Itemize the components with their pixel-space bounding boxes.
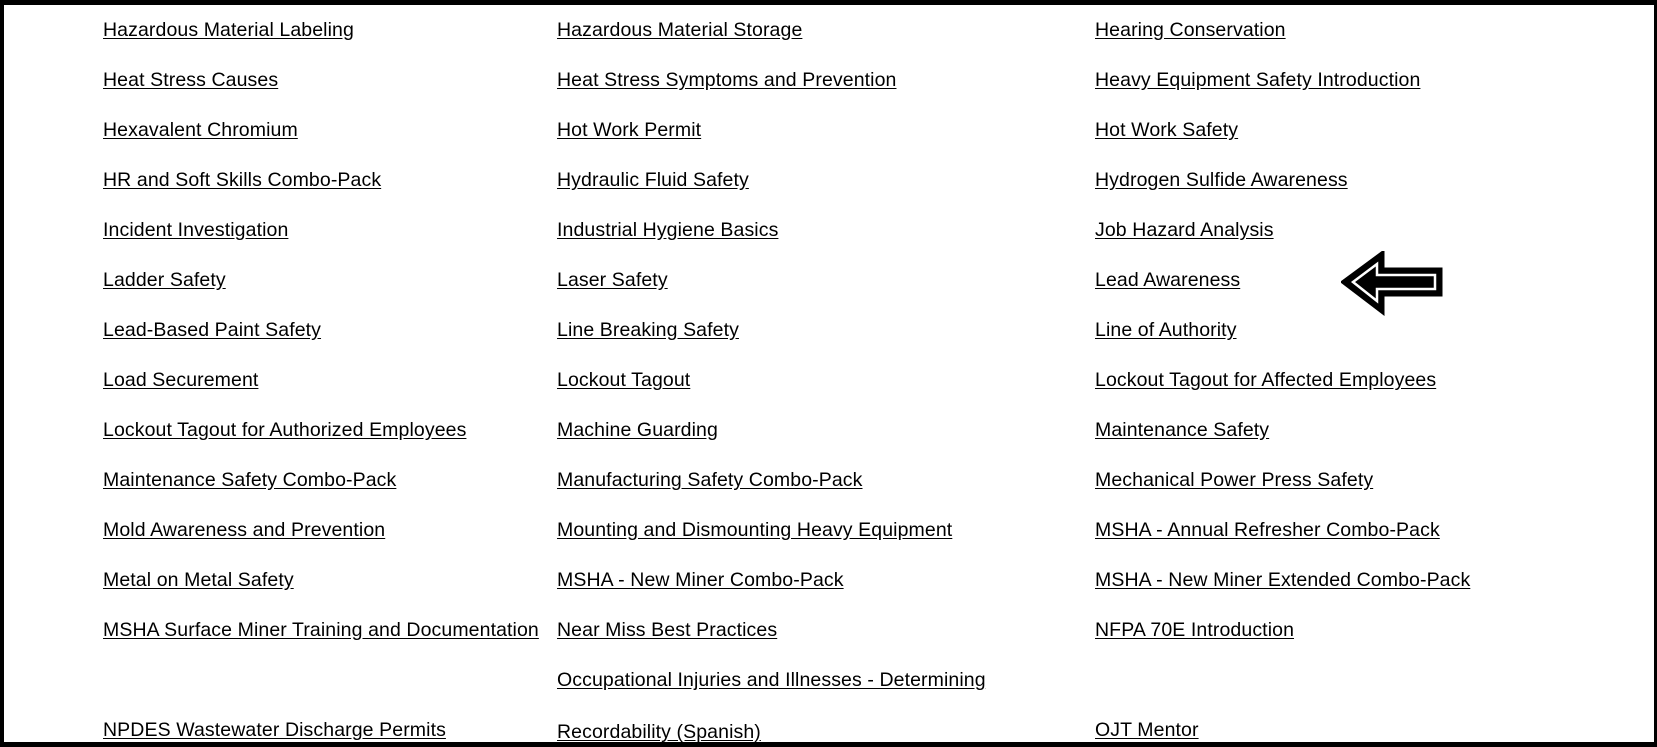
course-link[interactable]: Lead Awareness [1095,269,1240,291]
course-list-item: Heat Stress Symptoms and Prevention [557,55,1091,105]
course-link[interactable]: Hazardous Material Storage [557,19,802,41]
course-link[interactable]: Ladder Safety [103,269,226,291]
course-link[interactable]: Occupational Injuries and Illnesses - De… [557,669,986,742]
course-link[interactable]: Manufacturing Safety Combo-Pack [557,469,863,491]
course-list-item: Lead Awareness [1095,255,1654,305]
course-list-item: MSHA - New Miner Extended Combo-Pack [1095,555,1654,605]
course-list-item: Manufacturing Safety Combo-Pack [557,455,1091,505]
course-column-2: Hazardous Material Storage Heat Stress Sy… [549,5,1091,742]
course-link[interactable]: MSHA - New Miner Combo-Pack [557,569,844,591]
course-list-item: Mold Awareness and Prevention [103,505,549,555]
course-link[interactable]: Industrial Hygiene Basics [557,219,778,241]
course-link[interactable]: Mechanical Power Press Safety [1095,469,1373,491]
course-list-item: Maintenance Safety Combo-Pack [103,455,549,505]
course-link[interactable]: Heat Stress Symptoms and Prevention [557,69,896,91]
course-list-item: NFPA 70E Introduction [1095,605,1654,655]
course-link[interactable]: Lockout Tagout for Authorized Employees [103,419,466,441]
course-link-list-3: Hearing Conservation Heavy Equipment Safe… [1095,5,1654,742]
course-list-item: Near Miss Best Practices [557,605,1091,655]
course-column-1: Hazardous Material Labeling Heat Stress C… [4,5,549,742]
course-list-item: Hazardous Material Storage [557,5,1091,55]
course-link[interactable]: Hearing Conservation [1095,19,1286,41]
course-list-item: Lockout Tagout for Authorized Employees [103,405,549,455]
course-link[interactable]: Heat Stress Causes [103,69,278,91]
course-list-item: Mounting and Dismounting Heavy Equipment [557,505,1091,555]
course-link[interactable]: Hot Work Safety [1095,119,1238,141]
course-link[interactable]: NFPA 70E Introduction [1095,619,1294,641]
course-list-item: Lead-Based Paint Safety [103,305,549,355]
course-list-item: OJT Mentor [1095,705,1654,742]
course-list-item: MSHA - Annual Refresher Combo-Pack [1095,505,1654,555]
course-list-item: Line Breaking Safety [557,305,1091,355]
course-link-list-2: Hazardous Material Storage Heat Stress Sy… [557,5,1091,742]
course-link[interactable]: Mold Awareness and Prevention [103,519,385,541]
course-list-item: Incident Investigation [103,205,549,255]
course-link[interactable]: Lead-Based Paint Safety [103,319,321,341]
course-list-item: Ladder Safety [103,255,549,305]
course-link[interactable]: Line of Authority [1095,319,1237,341]
course-list-item: Hearing Conservation [1095,5,1654,55]
course-list-item: MSHA Surface Miner Training and Document… [103,605,549,655]
course-list-item: Hot Work Safety [1095,105,1654,155]
course-list-item: Laser Safety [557,255,1091,305]
course-list-item: Job Hazard Analysis [1095,205,1654,255]
course-list-page: Hazardous Material Labeling Heat Stress C… [0,0,1657,747]
course-link[interactable]: Mounting and Dismounting Heavy Equipment [557,519,952,541]
course-link[interactable]: Load Securement [103,369,258,391]
course-link[interactable]: Hexavalent Chromium [103,119,298,141]
course-list-item: Load Securement [103,355,549,405]
course-list-item: Heat Stress Causes [103,55,549,105]
course-list-item: Hexavalent Chromium [103,105,549,155]
course-link[interactable]: Lockout Tagout [557,369,690,391]
course-link[interactable]: Heavy Equipment Safety Introduction [1095,69,1420,91]
course-list-item: Metal on Metal Safety [103,555,549,605]
course-link[interactable]: Lockout Tagout for Affected Employees [1095,369,1436,391]
course-list-item: Line of Authority [1095,305,1654,355]
course-link[interactable]: Machine Guarding [557,419,718,441]
course-link[interactable]: Metal on Metal Safety [103,569,294,591]
course-list-item: Mechanical Power Press Safety [1095,455,1654,505]
course-link[interactable]: MSHA - Annual Refresher Combo-Pack [1095,519,1440,541]
course-list-item: Hazardous Material Labeling [103,5,549,55]
course-list-item: Lockout Tagout [557,355,1091,405]
course-link[interactable]: Hydraulic Fluid Safety [557,169,749,191]
course-list-item: HR and Soft Skills Combo-Pack [103,155,549,205]
course-link[interactable]: Maintenance Safety [1095,419,1269,441]
course-list-item: Maintenance Safety [1095,405,1654,455]
course-link[interactable]: MSHA - New Miner Extended Combo-Pack [1095,569,1470,591]
list-spacer [103,655,549,705]
course-list-item: NPDES Wastewater Discharge Permits [103,705,549,742]
course-link[interactable]: OJT Mentor [1095,719,1199,741]
course-link-list-1: Hazardous Material Labeling Heat Stress C… [103,5,549,742]
list-spacer [1095,655,1654,705]
course-list-item: Hot Work Permit [557,105,1091,155]
course-columns-container: Hazardous Material Labeling Heat Stress C… [4,5,1654,742]
course-list-item: Hydrogen Sulfide Awareness [1095,155,1654,205]
course-link[interactable]: Hot Work Permit [557,119,701,141]
course-link[interactable]: Hazardous Material Labeling [103,19,354,41]
course-link[interactable]: MSHA Surface Miner Training and Document… [103,619,539,641]
course-link[interactable]: Maintenance Safety Combo-Pack [103,469,396,491]
course-list-item: Heavy Equipment Safety Introduction [1095,55,1654,105]
course-link[interactable]: NPDES Wastewater Discharge Permits [103,719,446,741]
course-link[interactable]: Hydrogen Sulfide Awareness [1095,169,1348,191]
course-list-item: MSHA - New Miner Combo-Pack [557,555,1091,605]
course-link[interactable]: Near Miss Best Practices [557,619,777,641]
course-column-3: Hearing Conservation Heavy Equipment Safe… [1091,5,1654,742]
course-link[interactable]: Line Breaking Safety [557,319,739,341]
course-link[interactable]: Job Hazard Analysis [1095,219,1274,241]
course-link[interactable]: Laser Safety [557,269,668,291]
course-list-item: Industrial Hygiene Basics [557,205,1091,255]
course-list-item: Lockout Tagout for Affected Employees [1095,355,1654,405]
course-list-item: Occupational Injuries and Illnesses - De… [557,655,1091,742]
course-link[interactable]: Incident Investigation [103,219,288,241]
course-list-item: Hydraulic Fluid Safety [557,155,1091,205]
course-link[interactable]: HR and Soft Skills Combo-Pack [103,169,381,191]
course-list-item: Machine Guarding [557,405,1091,455]
